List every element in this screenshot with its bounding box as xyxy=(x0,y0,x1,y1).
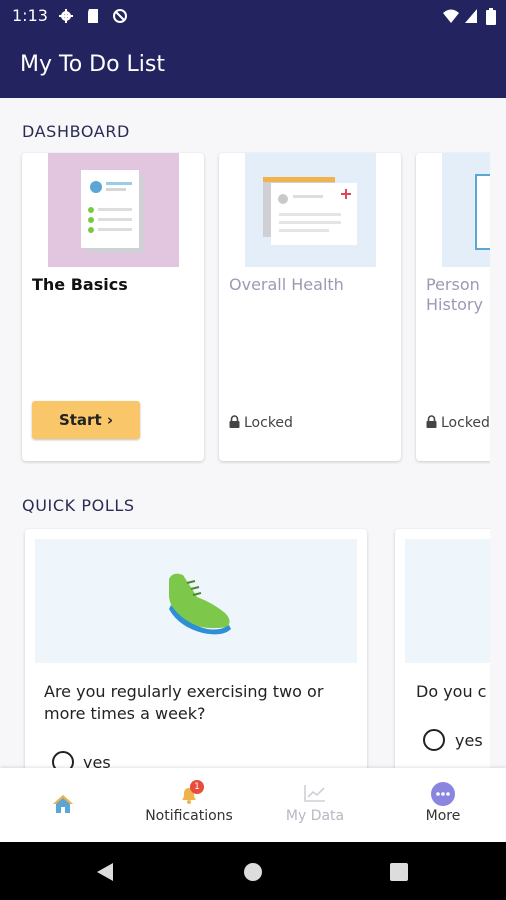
nav-my-data[interactable]: My Data xyxy=(252,768,378,842)
chart-icon xyxy=(304,785,325,802)
system-navigation-bar xyxy=(0,842,506,900)
personal-history-thumbnail xyxy=(442,153,490,267)
recents-icon[interactable] xyxy=(390,863,408,881)
lock-icon xyxy=(426,415,437,428)
back-icon[interactable] xyxy=(96,862,114,882)
overall-health-thumbnail xyxy=(245,153,376,267)
nav-more-label: More xyxy=(425,808,461,824)
sneaker-icon xyxy=(169,573,231,635)
dashboard-card-personal-history[interactable]: Person History Locked xyxy=(416,153,490,461)
poll-card-clip: Do you c yes xyxy=(392,526,490,786)
dashboard-section-title: DASHBOARD xyxy=(22,122,130,141)
lock-icon xyxy=(229,415,240,428)
card-clip: Person History Locked xyxy=(414,150,490,466)
basics-thumbnail xyxy=(48,153,179,267)
checklist-document-icon xyxy=(81,170,144,253)
locked-status: Locked xyxy=(426,415,490,431)
settings-icon xyxy=(59,9,73,23)
locked-label: Locked xyxy=(244,415,293,431)
poll-banner xyxy=(405,539,490,663)
card-title-line: History xyxy=(426,295,483,314)
card-title-line: Person xyxy=(426,275,480,294)
card-title: Overall Health xyxy=(229,275,344,294)
status-time: 1:13 xyxy=(12,6,48,25)
nav-notifications[interactable]: 1 Notifications xyxy=(126,768,252,842)
poll-banner xyxy=(35,539,357,663)
sd-card-icon xyxy=(88,9,98,23)
status-bar: 1:13 xyxy=(0,0,506,32)
medical-record-icon xyxy=(263,177,357,245)
poll-question: Are you regularly exercising two or more… xyxy=(44,682,324,723)
wifi-icon xyxy=(443,9,459,23)
start-button[interactable]: Start › xyxy=(32,401,140,439)
home-button-icon[interactable] xyxy=(244,863,262,881)
app-bar: My To Do List xyxy=(0,32,506,98)
nav-home[interactable] xyxy=(0,768,126,842)
card-title: The Basics xyxy=(32,275,128,294)
locked-label: Locked xyxy=(441,415,490,431)
poll-card-exercise[interactable]: Are you regularly exercising two or more… xyxy=(25,529,367,779)
notification-badge: 1 xyxy=(190,780,204,794)
data-saver-icon xyxy=(113,9,127,23)
more-icon xyxy=(431,782,455,806)
cell-signal-icon xyxy=(465,9,477,23)
bottom-navigation: 1 Notifications My Data More xyxy=(0,768,506,842)
app-title: My To Do List xyxy=(20,52,165,77)
poll-card-second[interactable]: Do you c yes xyxy=(395,529,490,779)
locked-status: Locked xyxy=(229,415,293,431)
nav-more[interactable]: More xyxy=(380,768,506,842)
nav-notifications-label: Notifications xyxy=(145,808,233,824)
dashboard-card-overall-health[interactable]: Overall Health Locked xyxy=(219,153,401,461)
battery-icon xyxy=(486,8,496,25)
poll-option-label: yes xyxy=(455,731,483,750)
home-icon xyxy=(53,795,73,813)
poll-question: Do you c xyxy=(416,682,487,701)
poll-option-radio[interactable] xyxy=(423,729,445,751)
history-document-icon xyxy=(475,174,490,250)
card-title: Person History xyxy=(426,275,483,315)
dashboard-card-basics[interactable]: The Basics Start › xyxy=(22,153,204,461)
nav-my-data-label: My Data xyxy=(285,808,345,824)
quick-polls-section-title: QUICK POLLS xyxy=(22,496,135,515)
